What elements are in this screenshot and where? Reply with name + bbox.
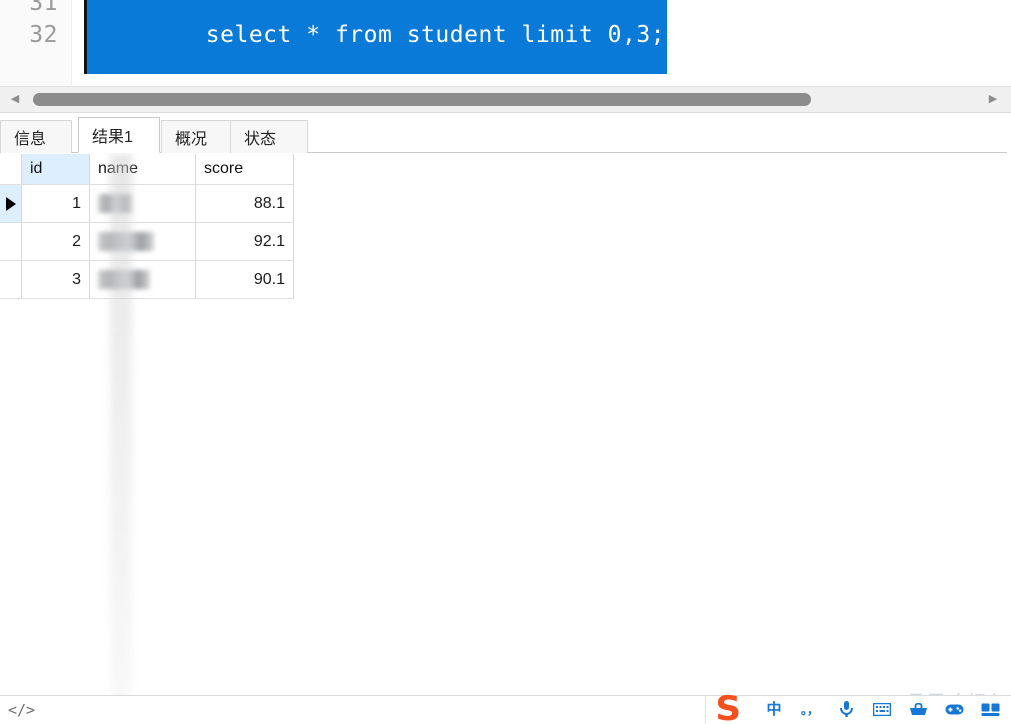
result-tab-0[interactable]: 信息 — [0, 120, 72, 153]
result-tab-label: 结果1 — [92, 129, 133, 146]
ime-soft-keyboard-icon[interactable] — [864, 695, 900, 724]
grid-cell-score[interactable]: 92.1 — [196, 223, 294, 260]
ime-chinese-mode-icon[interactable]: 中 — [756, 695, 792, 724]
result-grid[interactable]: id name score 1 88.1 2 92.1 3 90.1 — [0, 154, 294, 299]
sql-client-window: 31 select * from student limit 2,3; 32 s… — [0, 0, 1011, 724]
grid-cell-id[interactable]: 2 — [22, 223, 90, 260]
microphone-icon — [839, 701, 853, 717]
result-tab-2[interactable]: 概况 — [161, 120, 231, 153]
umbrella-toolbox-icon — [909, 702, 927, 715]
grid-cell-id[interactable]: 3 — [22, 261, 90, 298]
books-icon — [981, 703, 999, 716]
grid-row[interactable]: 3 90.1 — [0, 261, 294, 299]
sogou-logo-letter: S — [715, 689, 742, 724]
line-number-32: 32 — [29, 21, 58, 48]
redacted-name-value — [98, 194, 132, 213]
grid-cell-name[interactable] — [90, 261, 196, 298]
grid-cell-name[interactable] — [90, 185, 196, 222]
grid-column-header-name[interactable]: name — [90, 154, 196, 184]
code-line-32-text[interactable]: select * from student limit 0,3; — [84, 0, 668, 74]
redacted-name-value — [98, 270, 150, 289]
row-selector-cell[interactable] — [0, 185, 22, 222]
ime-toolbox-icon[interactable] — [900, 695, 936, 724]
result-tab-1[interactable]: 结果1 — [78, 117, 160, 153]
sql-editor[interactable]: 31 select * from student limit 2,3; 32 s… — [0, 0, 1011, 86]
grid-cell-score[interactable]: 88.1 — [196, 185, 294, 222]
result-tab-label: 信息 — [14, 131, 47, 148]
sogou-ime-toolbar[interactable]: S 中 。， — [705, 692, 1011, 724]
current-row-marker-icon — [5, 196, 16, 211]
keyboard-icon — [873, 703, 891, 716]
row-selector-cell[interactable] — [0, 261, 22, 298]
grid-row[interactable]: 1 88.1 — [0, 185, 294, 223]
redacted-name-value — [98, 232, 154, 251]
gamepad-icon — [945, 704, 963, 715]
scrollbar-thumb[interactable] — [33, 93, 811, 106]
editor-horizontal-scrollbar[interactable]: ◀ ▶ — [0, 86, 1011, 113]
result-tab-label: 概况 — [175, 131, 208, 148]
scroll-left-arrow-icon[interactable]: ◀ — [2, 87, 28, 112]
grid-header-row: id name score — [0, 154, 294, 185]
ime-punctuation-mode-icon[interactable]: 。， — [792, 695, 828, 724]
result-tab-3[interactable]: 状态 — [230, 120, 308, 153]
ime-game-mode-icon[interactable] — [936, 695, 972, 724]
grid-column-header-id[interactable]: id — [22, 154, 90, 184]
ime-skin-center-icon[interactable] — [972, 695, 1008, 724]
ime-voice-input-icon[interactable] — [828, 695, 864, 724]
grid-cell-score[interactable]: 90.1 — [196, 261, 294, 298]
result-tabstrip: 信息 结果1 概况 状态 — [0, 117, 1007, 153]
line-number-31: 31 — [29, 0, 58, 16]
sogou-logo-icon[interactable]: S — [710, 692, 756, 724]
result-tab-label: 状态 — [244, 131, 277, 148]
sql-tokens-32: select * from student limit 0,3; — [205, 21, 666, 48]
code-line-32[interactable]: 32 select * from student limit 0,3; — [0, 0, 1011, 74]
grid-cell-name[interactable] — [90, 223, 196, 260]
grid-column-header-score[interactable]: score — [196, 154, 294, 184]
scroll-right-arrow-icon[interactable]: ▶ — [980, 87, 1006, 112]
grid-cell-id[interactable]: 1 — [22, 185, 90, 222]
grid-row[interactable]: 2 92.1 — [0, 223, 294, 261]
grid-corner-cell — [0, 154, 22, 184]
code-view-icon[interactable]: </> — [8, 701, 35, 719]
row-selector-cell[interactable] — [0, 223, 22, 260]
status-bar: </> S 中 。， — [0, 692, 1011, 724]
scrollbar-track[interactable] — [26, 91, 981, 108]
